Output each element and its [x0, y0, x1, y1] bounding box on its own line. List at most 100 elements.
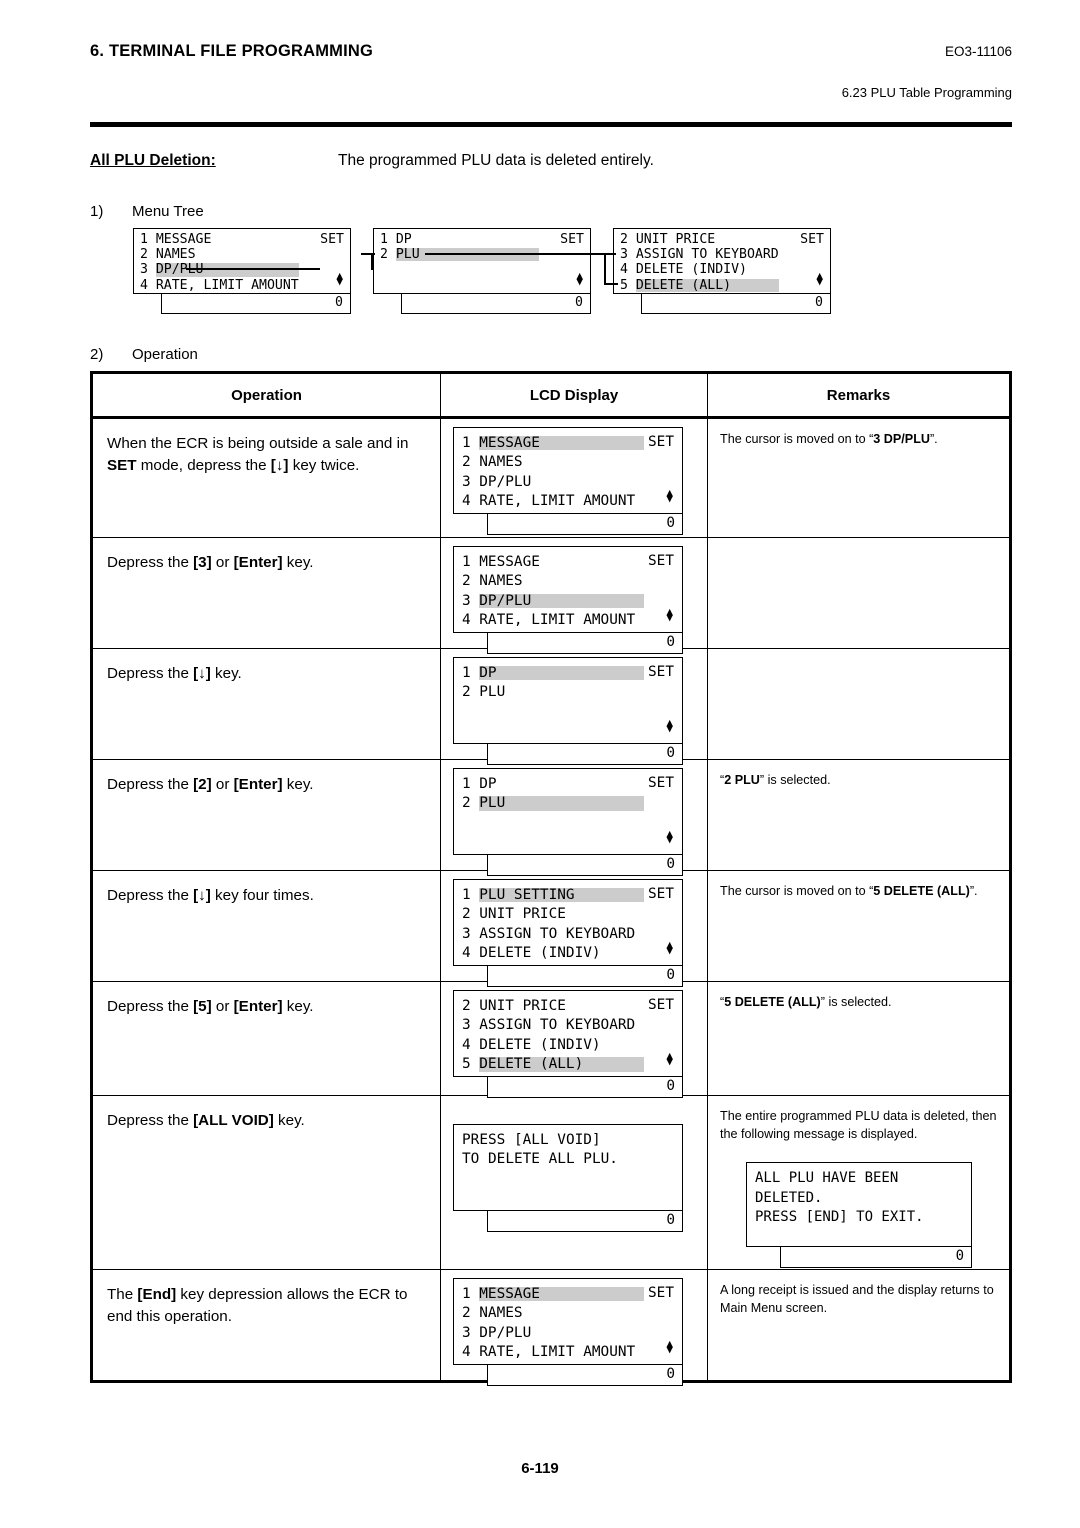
lcd-item-label: UNIT PRICE: [479, 906, 566, 923]
confirmation-message-lcd-value-readout: 0: [780, 1246, 972, 1268]
page-number: 6-119: [521, 1460, 559, 1477]
row-press-5-lcd-value-readout: 0: [487, 1077, 683, 1098]
document-number: EO3-11106: [944, 44, 1012, 59]
lcd-item-index: 1: [462, 886, 471, 903]
lcd-message-line: DELETED.: [755, 1188, 971, 1207]
cell-operation: Depress the [5] or [Enter] key.: [107, 998, 314, 1015]
lcd-mode-indicator: SET: [560, 232, 584, 247]
lcd-menu-item: 4 RATE, LIMIT AMOUNT: [462, 611, 682, 631]
lcd-menu-item: 4 RATE, LIMIT AMOUNT: [140, 278, 350, 293]
lcd-message-text: PRESS [END] TO EXIT.: [755, 1209, 924, 1226]
table-body: When the ECR is being outside a sale and…: [93, 419, 1009, 1386]
cell-remarks: “2 PLU” is selected.: [708, 760, 1009, 870]
cell-remarks: [708, 649, 1009, 759]
lcd-message-text: DELETED.: [755, 1189, 823, 1206]
lcd-menu-item: 1 MESSAGE SET: [462, 552, 682, 572]
section-title: 6.23 PLU Table Programming: [841, 85, 1012, 100]
scroll-updown-icon[interactable]: ▲ ▼: [666, 1338, 673, 1354]
lcd-item-index: 4: [140, 277, 148, 293]
lcd-item-label: DELETE (INDIV): [479, 945, 601, 962]
remark-text: The cursor is moved on to “5 DELETE (ALL…: [720, 884, 978, 898]
cell-lcd-display: PRESS [ALL VOID] TO DELETE ALL PLU. 0: [440, 1096, 708, 1269]
scroll-updown-icon[interactable]: ▲ ▼: [336, 270, 343, 286]
lcd-menu-item: 2 UNIT PRICE SET: [620, 232, 830, 247]
table-row: Depress the [2] or [Enter] key. 1 DP SET 2 PL…: [93, 760, 1009, 876]
table-header-row: Operation LCD Display Remarks: [93, 374, 1009, 419]
cell-remarks: “5 DELETE (ALL)” is selected.: [708, 982, 1009, 1095]
lcd-menu-item: 3 ASSIGN TO KEYBOARD: [462, 1016, 682, 1036]
connector-plu-stub-left: [361, 253, 375, 256]
lcd-menu-item: 5 DELETE (ALL): [620, 278, 830, 293]
lcd-item-index: 2: [462, 573, 471, 590]
scroll-updown-icon[interactable]: ▲ ▼: [666, 828, 673, 844]
lcd-item-index: 3: [462, 1017, 471, 1034]
lcd-item-label: DELETE (INDIV): [635, 262, 747, 278]
lcd-item-index: 3: [462, 473, 471, 490]
connector-deleteall-stub: [604, 283, 618, 286]
lcd-mode-indicator: SET: [320, 232, 344, 247]
lcd-item-label: NAMES: [479, 573, 523, 590]
scroll-updown-icon[interactable]: ▲ ▼: [666, 606, 673, 622]
remark-text: “5 DELETE (ALL)” is selected.: [720, 995, 892, 1009]
cell-lcd-display: 1 MESSAGE SET 2 NAMES 3 DP/PLU 4 RATE, LIMIT AM…: [440, 1270, 708, 1386]
lcd-menu-item: 3 ASSIGN TO KEYBOARD: [462, 924, 682, 944]
scroll-updown-icon[interactable]: ▲ ▼: [666, 717, 673, 733]
lcd-menu-item: 5 DELETE (ALL): [462, 1055, 682, 1075]
lcd-mode-indicator: SET: [648, 1285, 674, 1301]
lcd-item-label: RATE, LIMIT AMOUNT: [479, 1344, 636, 1361]
row-press-down-lcd-screen: 1 DP SET 2 PLU ▲ ▼: [453, 657, 683, 744]
lcd-message-line: TO DELETE ALL PLU.: [462, 1150, 682, 1170]
row-press-end-lcd-value-readout: 0: [487, 1365, 683, 1386]
cell-lcd-display: 1 PLU SETTING SET 2 UNIT PRICE 3 ASSIGN TO KE…: [440, 871, 708, 987]
lcd-menu-item: 4 DELETE (INDIV): [462, 944, 682, 964]
row-press-end-lcd-screen: 1 MESSAGE SET 2 NAMES 3 DP/PLU 4 RATE, LIMIT AM…: [453, 1278, 683, 1365]
lcd-item-label: PLU: [479, 795, 644, 812]
scroll-updown-icon[interactable]: ▲ ▼: [816, 270, 823, 286]
lcd-item-label: DELETE (INDIV): [479, 1036, 601, 1053]
scroll-updown-icon[interactable]: ▲ ▼: [576, 270, 583, 286]
cell-remarks: The entire programmed PLU data is delete…: [708, 1096, 1009, 1269]
lcd-item-index: 4: [462, 1344, 471, 1361]
cell-lcd-display: 1 DP SET 2 PLU ▲ ▼ 0: [440, 649, 708, 765]
cell-operation: Depress the [ALL VOID] key.: [107, 1112, 305, 1129]
connector-dpplu-horizontal: [186, 268, 320, 271]
row-press-all-void-lcd-value-readout: 0: [487, 1211, 683, 1232]
cell-operation: Depress the [↓] key.: [107, 665, 242, 682]
scroll-updown-icon[interactable]: ▲ ▼: [666, 1050, 673, 1066]
scroll-updown-icon[interactable]: ▲ ▼: [666, 939, 673, 955]
lcd-message-text: ALL PLU HAVE BEEN: [755, 1170, 899, 1187]
lcd-mode-indicator: SET: [648, 664, 674, 680]
lcd-menu-item: 4 RATE, LIMIT AMOUNT: [462, 1343, 682, 1363]
lcd-item-index: 2: [462, 906, 471, 923]
lcd-menu-item: 1 DP SET: [380, 232, 590, 247]
row-press-down-four-lcd-screen: 1 PLU SETTING SET 2 UNIT PRICE 3 ASSIGN TO KE…: [453, 879, 683, 966]
menu-tree-box-2-value-readout: 0: [401, 294, 591, 314]
row-press-all-void-lcd-screen: PRESS [ALL VOID] TO DELETE ALL PLU.: [453, 1124, 683, 1211]
confirmation-message-lcd-screen: ALL PLU HAVE BEEN DELETED. PRESS [END] TO …: [746, 1161, 972, 1247]
lcd-item-label: UNIT PRICE: [635, 231, 716, 247]
lcd-menu-item: [380, 278, 590, 293]
menu-tree-box-1-screen: 1 MESSAGE SET 2 NAMES 3 DP/PLU 4 RATE, LIMIT AM…: [133, 228, 351, 294]
table-row: The [End] key depression allows the ECR …: [93, 1270, 1009, 1386]
row-press-2-lcd-screen: 1 DP SET 2 PLU ▲ ▼: [453, 768, 683, 855]
lcd-menu-item: 1 MESSAGE SET: [140, 232, 350, 247]
chapter-title: 6. TERMINAL FILE PROGRAMMING: [90, 42, 374, 60]
lcd-menu-item: 1 PLU SETTING SET: [462, 885, 682, 905]
row-press-5-lcd-screen: 2 UNIT PRICE SET 3 ASSIGN TO KEYBOARD 4 DELETE…: [453, 990, 683, 1077]
lcd-item-label: NAMES: [155, 247, 196, 263]
scroll-updown-icon[interactable]: ▲ ▼: [666, 487, 673, 503]
lcd-item-label: DP/PLU: [479, 473, 532, 490]
section-menu-tree-number: 1): [90, 203, 104, 220]
lcd-menu-item: 1 DP SET: [462, 663, 682, 683]
lcd-menu-item: 4 DELETE (INDIV): [620, 262, 830, 277]
lcd-item-index: 1: [462, 1285, 471, 1302]
row-set-mode-lcd-value-readout: 0: [487, 514, 683, 535]
page-title-description: The programmed PLU data is deleted entir…: [338, 152, 654, 169]
lcd-item-label: ASSIGN TO KEYBOARD: [635, 247, 779, 263]
connector-deleteall-vertical: [604, 253, 607, 285]
lcd-item-label: DP: [479, 664, 644, 681]
lcd-menu-item: 2 NAMES: [462, 1304, 682, 1324]
lcd-item-label: MESSAGE: [479, 1285, 644, 1302]
lcd-item-label: MESSAGE: [155, 231, 212, 247]
lcd-item-index: 5: [620, 277, 628, 293]
